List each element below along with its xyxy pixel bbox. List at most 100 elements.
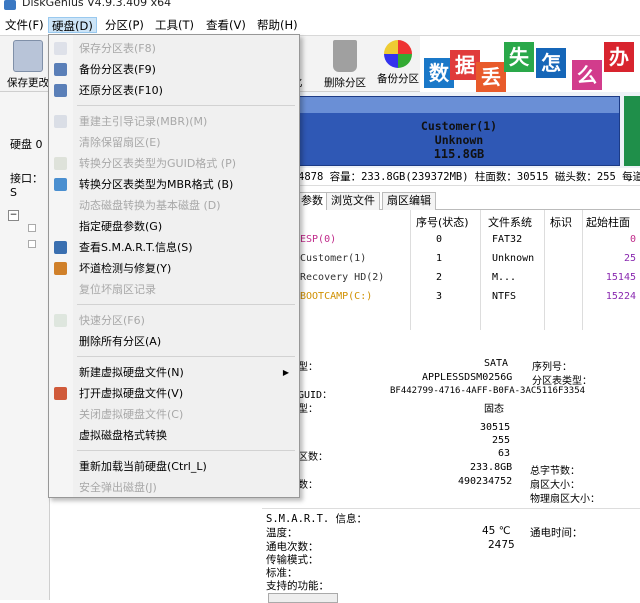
menu-item-12[interactable]: 快速分区(F6): [49, 310, 299, 331]
column-header-id[interactable]: 标识: [550, 214, 572, 230]
banner-char: 失: [504, 42, 534, 72]
menu-5[interactable]: 帮助(H): [254, 17, 301, 33]
menu-item-18[interactable]: 重新加载当前硬盘(Ctrl_L): [49, 456, 299, 477]
backup-partition-button[interactable]: 备份分区: [372, 40, 424, 86]
partition-bar-highlight: [299, 97, 619, 113]
tab-sector-edit[interactable]: 扇区编辑: [382, 192, 436, 210]
tab-params[interactable]: 参数: [296, 192, 328, 210]
menu-item-label: 坏道检测与修复(Y): [79, 262, 172, 275]
backup-partition-label: 备份分区: [377, 73, 419, 85]
delete-partition-button[interactable]: 删除分区: [318, 40, 372, 90]
restore-table-icon: [54, 84, 67, 97]
tree-expand-icon[interactable]: [28, 240, 36, 248]
menu-0[interactable]: 文件(F): [2, 17, 47, 33]
menu-item-label: 备份分区表(F9): [79, 63, 156, 76]
banner-char: 么: [572, 60, 602, 90]
menu-item-10[interactable]: 坏道检测与修复(Y): [49, 258, 299, 279]
column-divider: [480, 210, 481, 330]
menu-3[interactable]: 工具(T): [152, 17, 197, 33]
title-bar: DiskGenius V4.9.3.409 x64: [0, 0, 640, 14]
menu-item-7[interactable]: 动态磁盘转换为基本磁盘 (D): [49, 195, 299, 216]
table-cell-index: 0: [436, 234, 443, 245]
table-cell-index: 3: [436, 291, 443, 302]
sector-size-label: 扇区大小：: [530, 480, 580, 491]
total-sectors-value: 490234752: [458, 476, 513, 487]
menu-item-6[interactable]: 转换分区表类型为MBR格式 (B): [49, 174, 299, 195]
menu-item-5[interactable]: 转换分区表类型为GUID格式 (P): [49, 153, 299, 174]
menu-item-4[interactable]: 清除保留扇区(E): [49, 132, 299, 153]
menu-item-label: 清除保留扇区(E): [79, 136, 161, 149]
tree-expand-icon[interactable]: [28, 224, 36, 232]
partition-bar-bootcamp[interactable]: [624, 96, 640, 166]
menu-item-label: 还原分区表(F10): [79, 84, 163, 97]
save-changes-button[interactable]: 保存更改: [2, 40, 54, 90]
menu-item-8[interactable]: 指定硬盘参数(G): [49, 216, 299, 237]
menu-bar: 文件(F) 硬盘(D) 分区(P) 工具(T) 查看(V) 帮助(H): [0, 14, 640, 36]
type-value: SATA: [484, 358, 509, 369]
trash-icon: [333, 40, 357, 72]
details-button[interactable]: [268, 593, 338, 603]
menu-item-1[interactable]: 备份分区表(F9): [49, 59, 299, 80]
partition-name: Customer(1): [420, 119, 498, 133]
heads-value: 255: [492, 435, 511, 446]
serial-label: 序列号：: [532, 362, 572, 373]
menu-item-label: 动态磁盘转换为基本磁盘 (D): [79, 199, 221, 212]
menu-item-label: 查看S.M.A.R.T.信息(S): [79, 241, 193, 254]
total-bytes-label: 总字节数：: [530, 466, 580, 477]
sectors-label: 区数：: [298, 452, 328, 463]
table-cell-fs: M...: [492, 272, 517, 283]
menu-item-17[interactable]: 虚拟磁盘格式转换: [49, 425, 299, 446]
power-count-value: 2475: [488, 539, 515, 551]
menu-item-3[interactable]: 重建主引导记录(MBR)(M): [49, 111, 299, 132]
tab-browse-files[interactable]: 浏览文件: [326, 192, 380, 210]
rebuild-mbr-icon: [54, 115, 67, 128]
menu-item-label: 快速分区(F6): [79, 314, 145, 327]
menu-1[interactable]: 硬盘(D): [48, 17, 97, 33]
menu-2[interactable]: 分区(P): [102, 17, 147, 33]
column-header-fs[interactable]: 文件系统: [488, 214, 532, 230]
menu-item-label: 保存分区表(F8): [79, 42, 156, 55]
features-label: 支持的功能：: [266, 580, 329, 592]
menu-item-label: 删除所有分区(A): [79, 335, 162, 348]
menu-separator: [77, 105, 295, 106]
table-cell-start: 15224: [605, 291, 636, 302]
menu-item-label: 重新加载当前硬盘(Ctrl_L): [79, 460, 207, 473]
banner-char: 丢: [476, 62, 506, 92]
menu-4[interactable]: 查看(V): [203, 17, 249, 33]
menu-separator: [77, 304, 295, 305]
column-header-index[interactable]: 序号(状态): [416, 214, 469, 230]
menu-item-11[interactable]: 复位坏扇区记录: [49, 279, 299, 300]
physical-sector-size-label: 物理扇区大小：: [530, 494, 600, 505]
partition-bar-customer[interactable]: Customer(1) Unknown 115.8GB: [298, 96, 620, 166]
smart-info-icon: [54, 241, 67, 254]
convert-guid-icon: [54, 157, 67, 170]
tree-expand-icon[interactable]: −: [8, 210, 19, 221]
menu-item-15[interactable]: 打开虚拟硬盘文件(V): [49, 383, 299, 404]
column-divider: [582, 210, 583, 330]
window-title: DiskGenius V4.9.3.409 x64: [22, 0, 172, 9]
menu-item-16[interactable]: 关闭虚拟硬盘文件(C): [49, 404, 299, 425]
menu-item-label: 复位坏扇区记录: [79, 283, 156, 296]
menu-separator: [77, 356, 295, 357]
menu-item-9[interactable]: 查看S.M.A.R.T.信息(S): [49, 237, 299, 258]
menu-item-label: 新建虚拟硬盘文件(N): [79, 366, 184, 379]
promo-banner[interactable]: 数据丢失怎么办: [420, 36, 640, 92]
save-changes-label: 保存更改: [7, 77, 49, 89]
menu-item-label: 打开虚拟硬盘文件(V): [79, 387, 184, 400]
temperature-label: 温度：: [266, 527, 298, 539]
kind-label: 型：: [298, 404, 318, 415]
model-value: APPLESSDSM0256G: [422, 372, 513, 383]
menu-item-14[interactable]: 新建虚拟硬盘文件(N) ▶: [49, 362, 299, 383]
menu-item-13[interactable]: 删除所有分区(A): [49, 331, 299, 352]
table-cell-name: Recovery HD(2): [300, 272, 385, 283]
sectors-value: 63: [498, 448, 511, 459]
smart-info-section: S.M.A.R.T. 信息： 温度： 45 ℃ 通电时间： 通电次数： 2475…: [262, 508, 640, 603]
disk-label: 硬盘 0: [10, 138, 43, 151]
menu-item-19[interactable]: 安全弹出磁盘(J): [49, 477, 299, 498]
column-header-start-cylinder[interactable]: 起始柱面: [586, 214, 630, 230]
menu-item-label: 转换分区表类型为GUID格式 (P): [79, 157, 237, 170]
menu-item-2[interactable]: 还原分区表(F10): [49, 80, 299, 101]
table-cell-fs: NTFS: [492, 291, 517, 302]
menu-item-0[interactable]: 保存分区表(F8): [49, 38, 299, 59]
disk-info-line: 4878 容量：233.8GB(239372MB) 柱面数：30515 磁头数：…: [298, 168, 640, 186]
